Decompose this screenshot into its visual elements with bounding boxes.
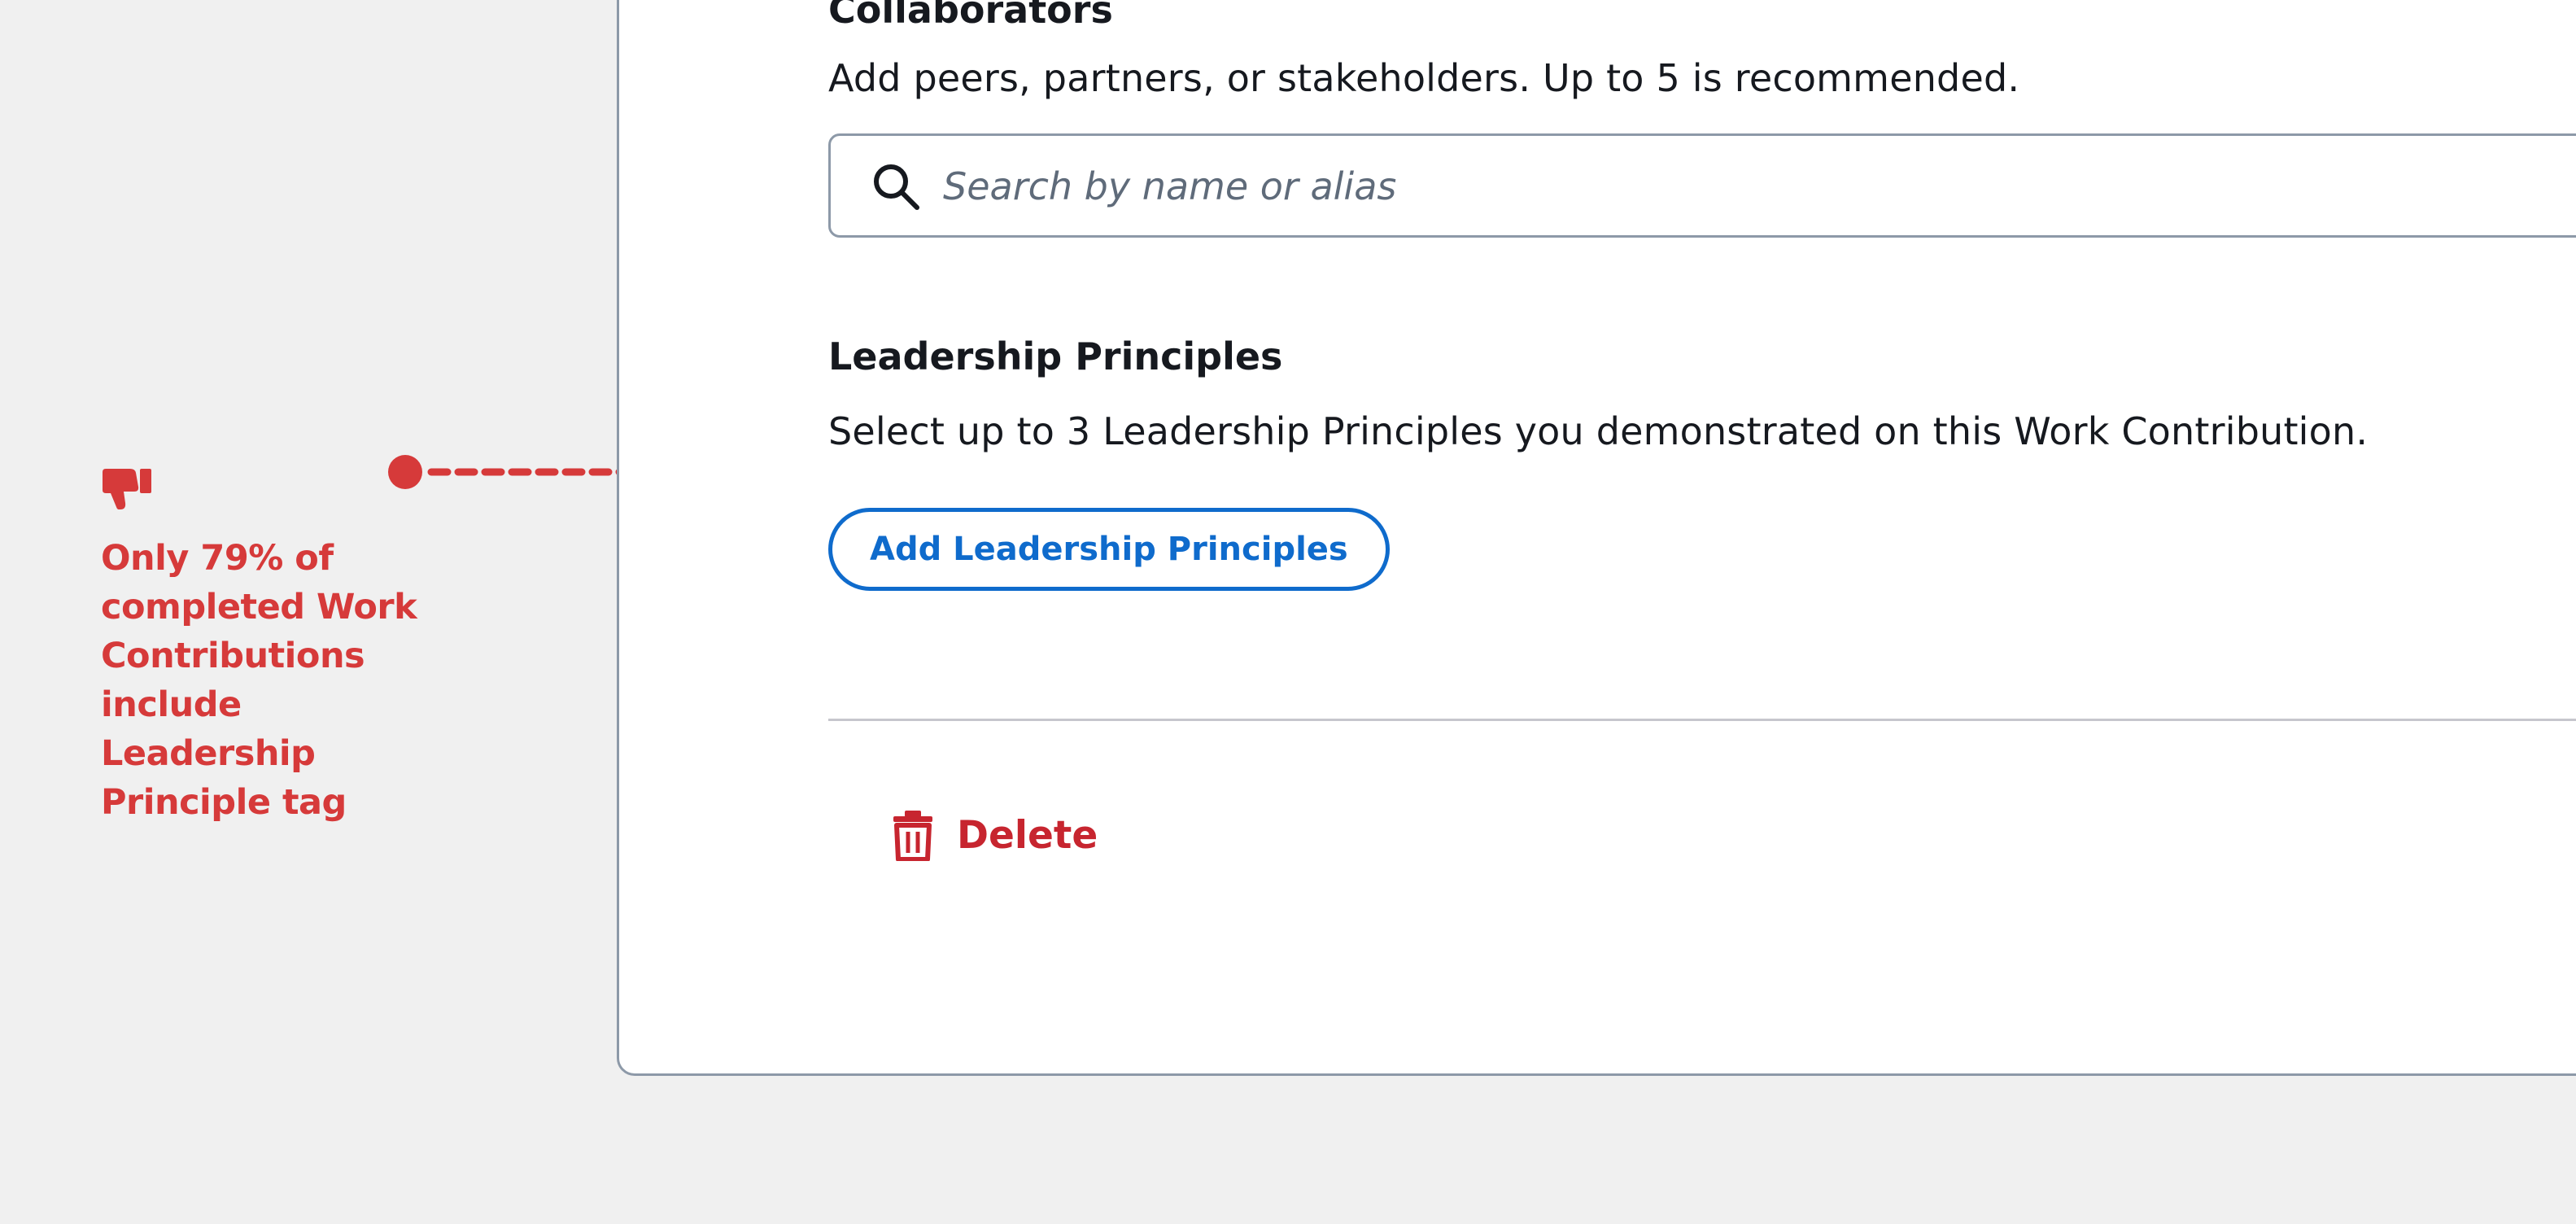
leadership-principles-description: Select up to 3 Leadership Principles you… xyxy=(828,409,2369,453)
leadership-principles-title: Leadership Principles xyxy=(828,334,1283,378)
collaborators-title: Collaborators xyxy=(828,0,1113,32)
add-leadership-principles-label: Add Leadership Principles xyxy=(870,531,1348,568)
collaborators-search-input[interactable] xyxy=(943,155,2489,217)
annotation-note: Only 79% of completed Work Contributions… xyxy=(101,538,417,823)
section-divider xyxy=(828,719,2576,721)
collaborators-description: Add peers, partners, or stakeholders. Up… xyxy=(828,56,2020,100)
delete-button[interactable]: Delete xyxy=(892,804,1098,866)
annotation-dot xyxy=(388,455,422,489)
delete-label: Delete xyxy=(957,812,1098,858)
thumbs-down-icon xyxy=(103,469,151,509)
collaborators-search-box[interactable] xyxy=(828,133,2576,238)
trash-icon xyxy=(893,811,932,861)
add-leadership-principles-button[interactable]: Add Leadership Principles xyxy=(828,508,1390,591)
search-icon xyxy=(874,164,919,210)
